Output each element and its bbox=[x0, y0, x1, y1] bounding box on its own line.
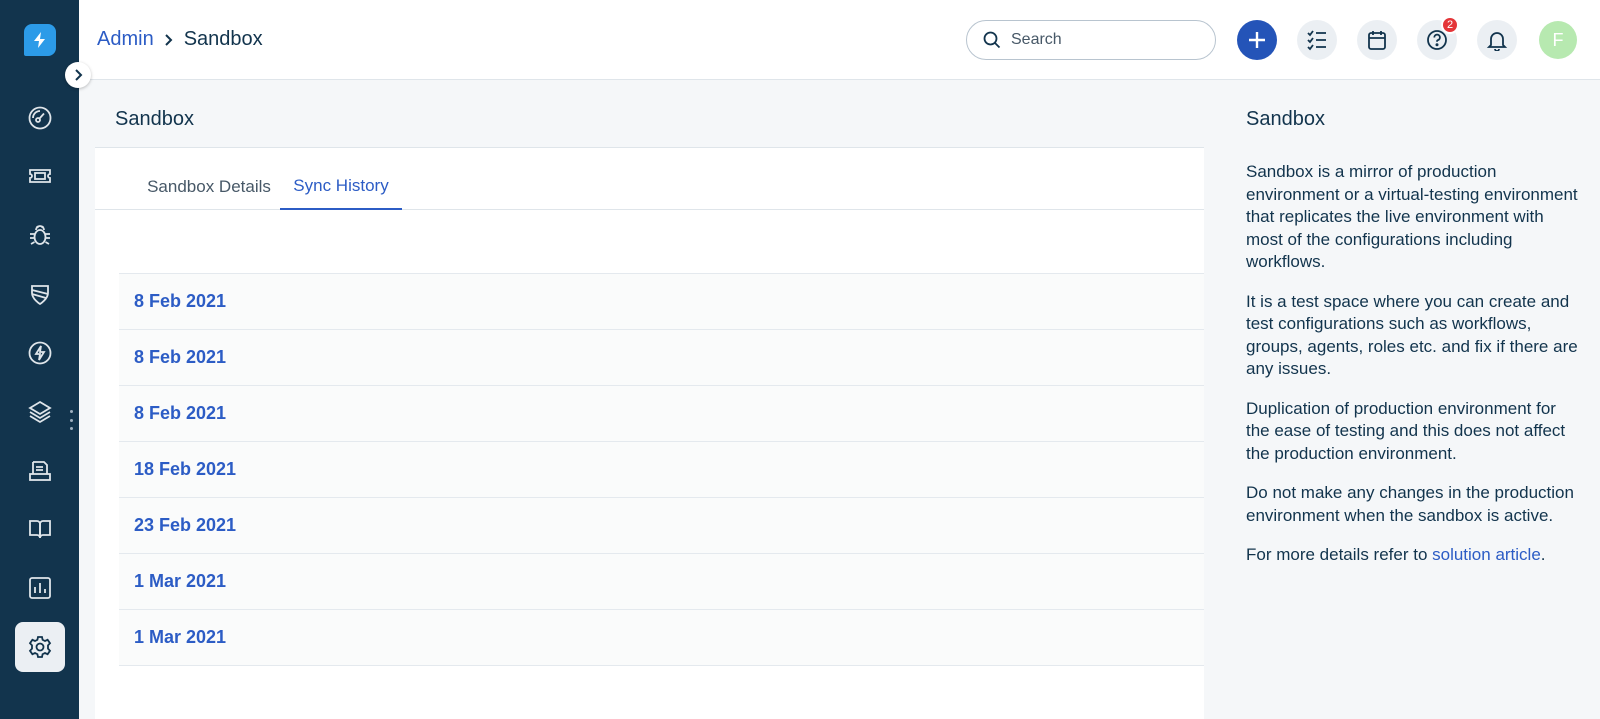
info-paragraph: Do not make any changes in the productio… bbox=[1246, 483, 1574, 525]
chevron-right-icon bbox=[75, 69, 83, 81]
info-paragraph: For more details refer to solution artic… bbox=[1246, 544, 1580, 567]
new-item-button[interactable] bbox=[1237, 20, 1277, 60]
more-options-icon[interactable] bbox=[67, 410, 75, 430]
bolt-logo-icon[interactable] bbox=[24, 24, 56, 56]
calendar-icon bbox=[1368, 31, 1386, 50]
bell-icon bbox=[1486, 32, 1508, 51]
gear-icon[interactable] bbox=[15, 622, 65, 672]
solution-article-link[interactable]: solution article bbox=[1432, 545, 1541, 564]
bug-icon[interactable] bbox=[20, 215, 60, 255]
speedometer-icon[interactable] bbox=[20, 98, 60, 138]
chart-icon[interactable] bbox=[20, 568, 60, 608]
main-card: Sandbox Sandbox Details Sync History 8 F… bbox=[95, 92, 1204, 719]
info-paragraph: Duplication of production environment fo… bbox=[1246, 398, 1566, 463]
layers-icon[interactable] bbox=[20, 392, 60, 432]
sync-history-row[interactable]: 18 Feb 2021 bbox=[119, 442, 1204, 498]
expand-sidebar-button[interactable] bbox=[65, 62, 91, 88]
shield-icon[interactable] bbox=[20, 274, 60, 314]
sync-history-row[interactable]: 8 Feb 2021 bbox=[119, 274, 1204, 330]
ticket-icon[interactable] bbox=[20, 156, 60, 196]
info-text: For more details refer to bbox=[1246, 545, 1433, 564]
sync-history-list: 8 Feb 2021 8 Feb 2021 8 Feb 2021 18 Feb … bbox=[119, 273, 1204, 666]
tab-sandbox-details[interactable]: Sandbox Details bbox=[119, 164, 299, 210]
sync-history-row[interactable]: 1 Mar 2021 bbox=[119, 610, 1204, 666]
search-icon bbox=[983, 31, 1001, 49]
info-paragraph: Sandbox is a mirror of production enviro… bbox=[1246, 162, 1578, 271]
search-input[interactable] bbox=[1011, 31, 1181, 49]
sync-history-row[interactable]: 23 Feb 2021 bbox=[119, 498, 1204, 554]
sync-history-row[interactable]: 8 Feb 2021 bbox=[119, 386, 1204, 442]
chevron-right-icon bbox=[164, 33, 173, 46]
checklist-icon bbox=[1307, 30, 1326, 51]
todo-list-button[interactable] bbox=[1297, 20, 1337, 60]
avatar[interactable]: F bbox=[1539, 21, 1577, 59]
sync-history-row[interactable]: 8 Feb 2021 bbox=[119, 330, 1204, 386]
breadcrumb: Admin Sandbox bbox=[97, 28, 263, 51]
sidebar bbox=[0, 0, 79, 719]
info-paragraph: It is a test space where you can create … bbox=[1246, 291, 1578, 379]
tab-bar: Sandbox Details Sync History bbox=[95, 164, 1204, 210]
info-panel: Sandbox Sandbox is a mirror of productio… bbox=[1224, 80, 1600, 719]
notifications-button[interactable] bbox=[1477, 20, 1517, 60]
top-header: Admin Sandbox 2 F bbox=[79, 0, 1600, 80]
tab-sync-history[interactable]: Sync History bbox=[280, 164, 402, 210]
global-search[interactable] bbox=[966, 20, 1216, 60]
book-icon[interactable] bbox=[20, 509, 60, 549]
bolt-icon[interactable] bbox=[20, 333, 60, 373]
plus-icon bbox=[1249, 32, 1265, 48]
breadcrumb-current: Sandbox bbox=[183, 28, 263, 50]
help-button[interactable]: 2 bbox=[1417, 16, 1459, 60]
calendar-button[interactable] bbox=[1357, 20, 1397, 60]
breadcrumb-admin-link[interactable]: Admin bbox=[97, 28, 154, 51]
info-text: . bbox=[1540, 545, 1546, 564]
page-title: Sandbox bbox=[95, 92, 1204, 148]
help-badge: 2 bbox=[1441, 16, 1459, 34]
document-icon[interactable] bbox=[20, 451, 60, 491]
sync-history-row[interactable]: 1 Mar 2021 bbox=[119, 554, 1204, 610]
info-title: Sandbox bbox=[1246, 108, 1325, 130]
